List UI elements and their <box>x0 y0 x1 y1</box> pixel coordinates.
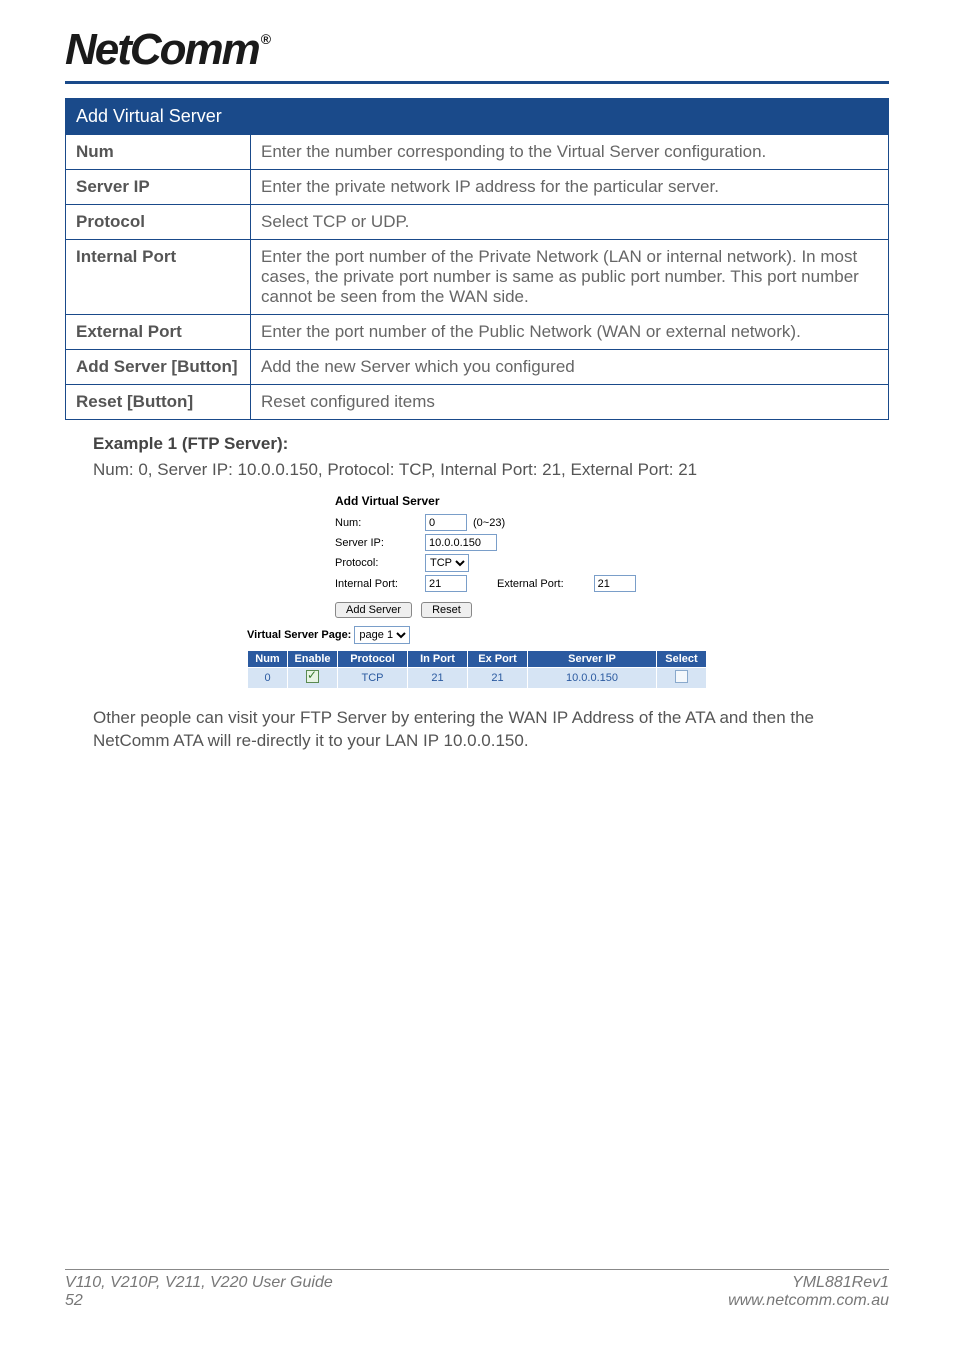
footer-paragraph: Other people can visit your FTP Server b… <box>93 707 889 753</box>
col-export: Ex Port <box>468 651 528 668</box>
row-label: Server IP <box>66 170 251 205</box>
checkbox-checked-icon[interactable] <box>306 670 319 683</box>
row-label: Add Server [Button] <box>66 350 251 385</box>
row-label: Protocol <box>66 205 251 240</box>
brand-text: NetComm <box>65 25 259 74</box>
internalport-input[interactable] <box>425 575 467 592</box>
col-enable: Enable <box>288 651 338 668</box>
table-title: Add Virtual Server <box>66 99 889 135</box>
footer-url: www.netcomm.com.au <box>728 1292 889 1310</box>
col-num: Num <box>248 651 288 668</box>
example-line: Num: 0, Server IP: 10.0.0.150, Protocol:… <box>93 460 889 480</box>
internalport-label: Internal Port: <box>335 578 425 590</box>
row-desc: Reset configured items <box>251 385 889 420</box>
row-label: Reset [Button] <box>66 385 251 420</box>
num-label: Num: <box>335 517 425 529</box>
cell-num: 0 <box>248 668 288 689</box>
definitions-table: Add Virtual Server NumEnter the number c… <box>65 98 889 420</box>
table-row: NumEnter the number corresponding to the… <box>66 135 889 170</box>
cell-protocol: TCP <box>338 668 408 689</box>
table-row: Internal PortEnter the port number of th… <box>66 240 889 315</box>
cell-serverip: 10.0.0.150 <box>528 668 657 689</box>
footer-page-number: 52 <box>65 1292 333 1310</box>
example-title: Example 1 (FTP Server): <box>93 434 889 454</box>
page-footer: V110, V210P, V211, V220 User Guide 52 YM… <box>65 1269 889 1310</box>
cell-enable <box>288 668 338 689</box>
serverip-input[interactable] <box>425 534 497 551</box>
externalport-label: External Port: <box>497 578 564 590</box>
vs-page-select[interactable]: page 1 <box>354 626 410 644</box>
form-heading: Add Virtual Server <box>335 494 707 508</box>
cell-inport: 21 <box>408 668 468 689</box>
table-row: Reset [Button]Reset configured items <box>66 385 889 420</box>
cell-select <box>657 668 707 689</box>
footer-doc-code: YML881Rev1 <box>728 1274 889 1292</box>
row-desc: Enter the number corresponding to the Vi… <box>251 135 889 170</box>
embedded-screenshot: Add Virtual Server Num: (0~23) Server IP… <box>247 494 707 689</box>
row-label: External Port <box>66 315 251 350</box>
row-desc: Add the new Server which you configured <box>251 350 889 385</box>
footer-guide-title: V110, V210P, V211, V220 User Guide <box>65 1274 333 1292</box>
col-inport: In Port <box>408 651 468 668</box>
table-row: Add Server [Button]Add the new Server wh… <box>66 350 889 385</box>
brand-logo: NetComm® <box>65 25 267 75</box>
num-hint: (0~23) <box>473 517 505 529</box>
protocol-select[interactable]: TCP <box>425 554 469 572</box>
row-label: Internal Port <box>66 240 251 315</box>
vs-page-label: Virtual Server Page: <box>247 629 351 641</box>
externalport-input[interactable] <box>594 575 636 592</box>
row-desc: Enter the port number of the Public Netw… <box>251 315 889 350</box>
reset-button[interactable]: Reset <box>421 602 472 618</box>
add-server-button[interactable]: Add Server <box>335 602 412 618</box>
col-serverip: Server IP <box>528 651 657 668</box>
table-row: ProtocolSelect TCP or UDP. <box>66 205 889 240</box>
col-protocol: Protocol <box>338 651 408 668</box>
cell-export: 21 <box>468 668 528 689</box>
row-label: Num <box>66 135 251 170</box>
registered-icon: ® <box>261 31 269 47</box>
row-desc: Enter the port number of the Private Net… <box>251 240 889 315</box>
num-input[interactable] <box>425 514 467 531</box>
row-desc: Enter the private network IP address for… <box>251 170 889 205</box>
table-row: External PortEnter the port number of th… <box>66 315 889 350</box>
protocol-label: Protocol: <box>335 557 425 569</box>
serverip-label: Server IP: <box>335 537 425 549</box>
table-row: Server IPEnter the private network IP ad… <box>66 170 889 205</box>
row-desc: Select TCP or UDP. <box>251 205 889 240</box>
header-divider <box>65 81 889 84</box>
checkbox-unchecked-icon[interactable] <box>675 670 688 683</box>
table-row: 0 TCP 21 21 10.0.0.150 <box>248 668 707 689</box>
virtual-server-table: Num Enable Protocol In Port Ex Port Serv… <box>247 650 707 689</box>
col-select: Select <box>657 651 707 668</box>
